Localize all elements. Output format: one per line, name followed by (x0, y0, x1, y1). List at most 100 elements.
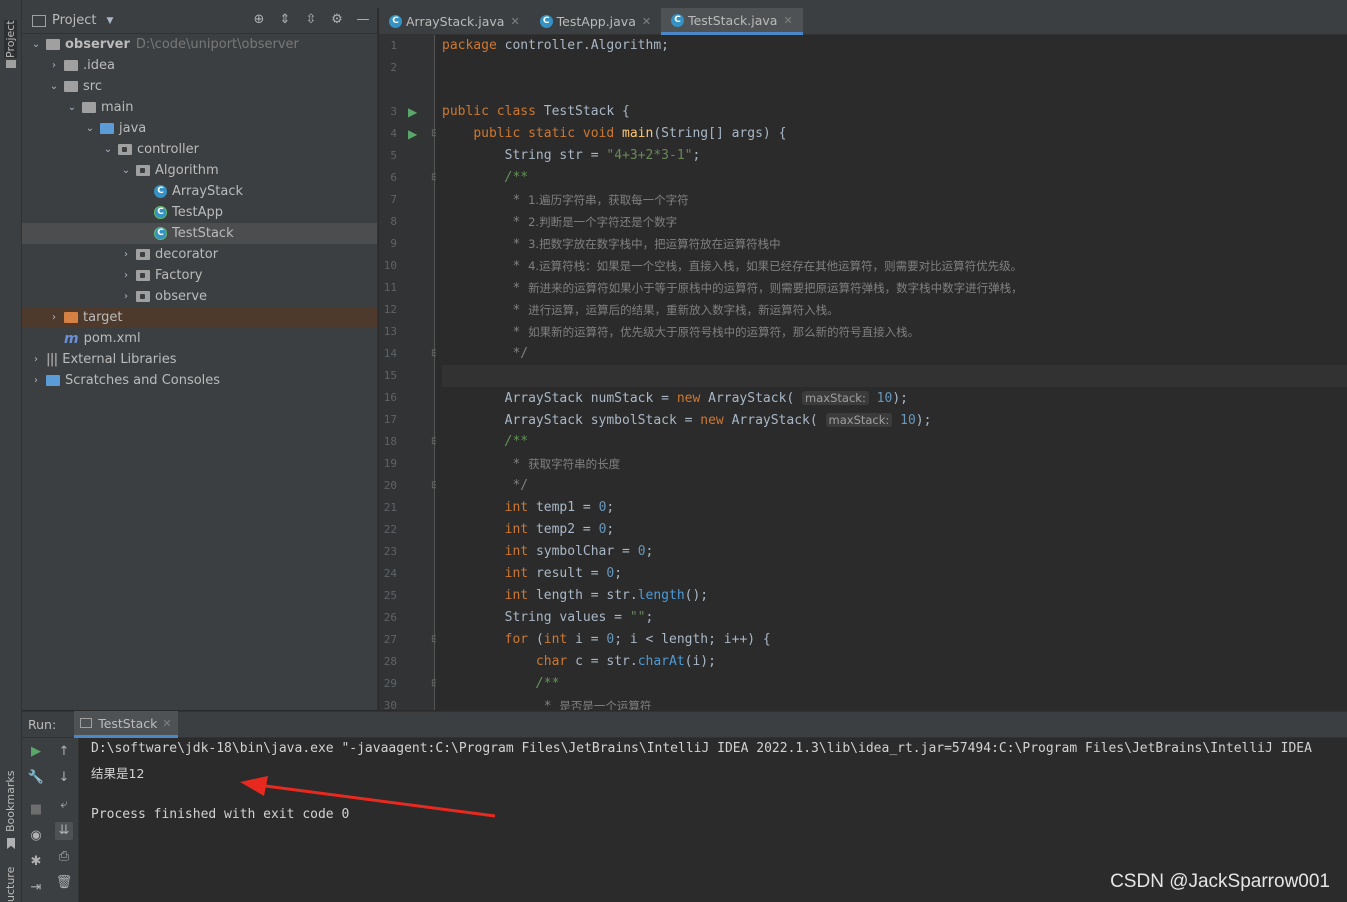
code-line: char c = str.charAt(i); (535, 654, 716, 669)
line-number: 4 (390, 127, 397, 140)
tree-item-label: target (83, 310, 123, 325)
gear-icon[interactable]: ⚙ (329, 12, 345, 28)
tree-item-src[interactable]: ⌄ src (22, 76, 377, 97)
up-arrow-icon[interactable]: ↑ (55, 743, 73, 761)
chevron-right-icon[interactable]: › (120, 270, 132, 281)
tree-item-observe[interactable]: › observe (22, 286, 377, 307)
tree-item-label: pom.xml (83, 331, 141, 346)
tree-item-decorator[interactable]: › decorator (22, 244, 377, 265)
bookmarks-tool-button[interactable]: Bookmarks (4, 771, 17, 832)
tree-item-path: D:\code\uniport\observer (135, 37, 299, 52)
collapse-all-icon[interactable]: ⇳ (303, 12, 319, 28)
close-icon[interactable]: ✕ (642, 15, 651, 28)
run-gutter-icon[interactable]: ▶ (408, 101, 417, 123)
tree-item-teststack[interactable]: C TestStack (22, 223, 377, 244)
chevron-right-icon[interactable]: › (120, 249, 132, 260)
chevron-right-icon[interactable]: › (30, 354, 42, 365)
chevron-down-icon[interactable]: ⌄ (84, 123, 96, 134)
tree-item-controller[interactable]: ⌄ controller (22, 139, 377, 160)
structure-tool-label: ucture (4, 866, 17, 902)
left-tool-strip: Project Bookmarks ucture (0, 0, 22, 902)
watermark: CSDN @JackSparrow001 (1110, 871, 1330, 892)
chevron-down-icon[interactable]: ⌄ (66, 102, 78, 113)
line-number: 12 (383, 303, 397, 316)
line-number: 11 (383, 281, 397, 294)
soft-wrap-icon[interactable]: ⤶ (55, 796, 73, 814)
folder-icon (64, 60, 78, 71)
run-gutter-icon[interactable]: ▶ (408, 123, 417, 145)
structure-tool-button[interactable]: ucture (4, 867, 17, 902)
tree-item-label: main (101, 100, 134, 115)
chevron-down-icon[interactable]: ⌄ (48, 81, 60, 92)
line-number: 18 (383, 435, 397, 448)
editor-tab-bar: C ArrayStack.java ✕ C TestApp.java ✕ C TestStac… (379, 8, 1347, 35)
tree-item-target[interactable]: › target (22, 307, 377, 328)
run-panel-header: Run: TestStack ✕ (22, 711, 1347, 738)
code-line: * 进行运算，运算后的结果，重新放入数字栈，新运算符入栈。 (512, 303, 839, 318)
camera-icon[interactable]: ◉ (27, 827, 45, 845)
close-icon[interactable]: ✕ (162, 717, 171, 730)
maven-icon: m (64, 330, 79, 347)
project-panel-title[interactable]: Project (52, 13, 96, 28)
java-class-icon: C (539, 15, 553, 28)
trash-icon[interactable]: 🗑 (55, 874, 73, 892)
scroll-to-end-icon[interactable]: ⇊ (55, 822, 73, 840)
chevron-down-icon[interactable]: ⌄ (102, 144, 114, 155)
code-editor[interactable]: package controller.Algorithm; public clas… (436, 35, 1347, 710)
chevron-right-icon[interactable]: › (120, 291, 132, 302)
tree-item-algorithm[interactable]: ⌄ Algorithm (22, 160, 377, 181)
chevron-right-icon[interactable]: › (48, 312, 60, 323)
line-number: 16 (383, 391, 397, 404)
tab-teststack-java[interactable]: C TestStack.java ✕ (661, 8, 803, 35)
close-icon[interactable]: ✕ (510, 15, 519, 28)
print-icon[interactable]: ⎙ (55, 848, 73, 866)
chevron-down-icon[interactable]: ▼ (106, 16, 113, 26)
tree-item-observer[interactable]: ⌄ observer D:\code\uniport\observer (22, 34, 377, 55)
locate-icon[interactable]: ⊕ (251, 12, 267, 28)
line-number: 7 (390, 193, 397, 206)
console-result-line: 结果是12 (91, 766, 145, 781)
chevron-down-icon[interactable]: ⌄ (30, 39, 42, 50)
window-top-edge (0, 0, 1347, 8)
wrench-icon[interactable]: 🔧 (27, 769, 45, 787)
chevron-right-icon[interactable]: › (30, 375, 42, 386)
hide-icon[interactable]: — (355, 12, 371, 28)
down-arrow-icon[interactable]: ↓ (55, 769, 73, 787)
chevron-right-icon[interactable]: › (48, 60, 60, 71)
run-toolbar: ▶ ↑ 🔧 ↓ ■ ⤶ ◉ ⇊ ✱ ⎙ ⇥ 🗑 (22, 738, 79, 902)
project-tool-label: Project (4, 20, 17, 58)
tree-item-label: ArrayStack (172, 184, 244, 199)
debug-icon[interactable]: ✱ (27, 853, 45, 871)
tree-item-label: controller (137, 142, 200, 157)
line-number: 21 (383, 501, 397, 514)
stop-icon[interactable]: ■ (27, 801, 45, 819)
close-icon[interactable]: ✕ (783, 14, 792, 27)
tree-item-scratches-and-consoles[interactable]: › Scratches and Consoles (22, 370, 377, 391)
tab-testapp-java[interactable]: C TestApp.java ✕ (530, 8, 661, 35)
tree-item-arraystack[interactable]: C ArrayStack (22, 181, 377, 202)
code-line: int temp1 = 0; (504, 500, 615, 515)
line-number: 2 (390, 61, 397, 74)
run-panel-label: Run: (28, 717, 57, 732)
tree-item-idea[interactable]: › .idea (22, 55, 377, 76)
line-number: 24 (383, 567, 397, 580)
tree-item-external-libraries[interactable]: › ||| External Libraries (22, 349, 377, 370)
chevron-down-icon[interactable]: ⌄ (120, 165, 132, 176)
code-line: int result = 0; (504, 566, 623, 581)
line-number: 5 (390, 149, 397, 162)
tree-item-testapp[interactable]: C TestApp (22, 202, 377, 223)
run-tab-teststack[interactable]: TestStack ✕ (74, 711, 178, 738)
tree-item-factory[interactable]: › Factory (22, 265, 377, 286)
code-line: * 3.把数字放在数字栈中，把运算符放在运算符栈中 (512, 237, 781, 252)
project-tool-button[interactable]: Project (4, 20, 17, 58)
bookmark-icon (7, 838, 15, 849)
editor-gutter: 123▶4▶⊟56⊟7891011121314⊟15161718⊟1920⊟21… (379, 35, 439, 712)
tree-item-pom-xml[interactable]: m pom.xml (22, 328, 377, 349)
expand-all-icon[interactable]: ⇕ (277, 12, 293, 28)
tree-item-java[interactable]: ⌄ java (22, 118, 377, 139)
code-line: String str = "4+3+2*3-1"; (442, 148, 701, 163)
rerun-icon[interactable]: ▶ (27, 743, 45, 761)
tree-item-main[interactable]: ⌄ main (22, 97, 377, 118)
tab-arraystack-java[interactable]: C ArrayStack.java ✕ (379, 8, 530, 35)
exit-icon[interactable]: ⇥ (27, 879, 45, 897)
